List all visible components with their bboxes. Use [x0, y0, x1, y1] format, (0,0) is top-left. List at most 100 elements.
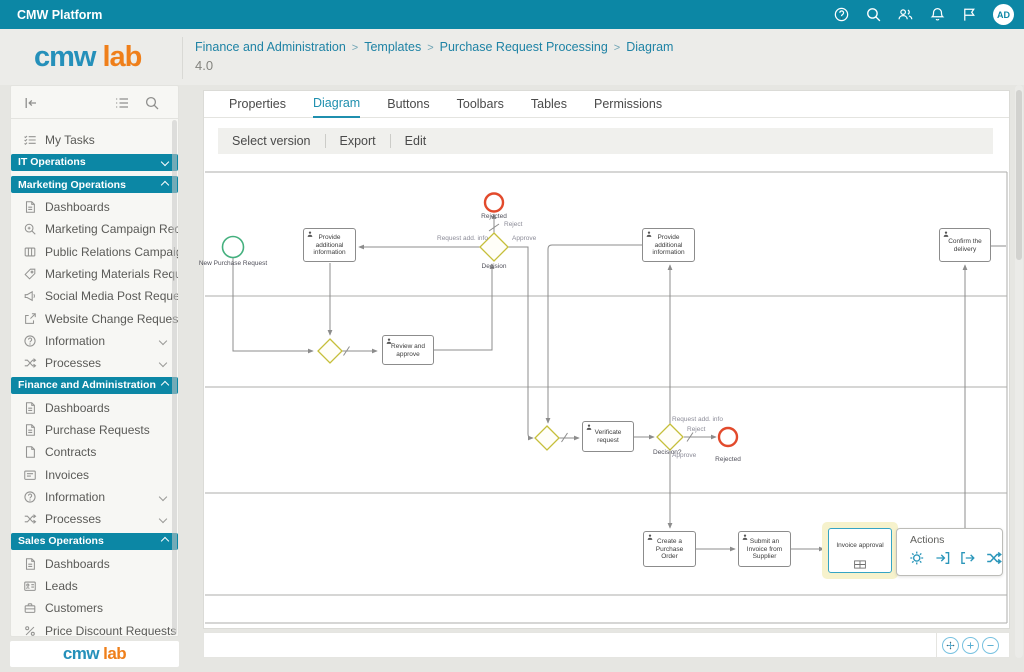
- tab-permissions[interactable]: Permissions: [594, 92, 662, 117]
- tab-properties[interactable]: Properties: [229, 92, 286, 117]
- task-create-a-purchase-order[interactable]: Create a Purchase Order: [643, 531, 696, 567]
- tab-buttons[interactable]: Buttons: [387, 92, 429, 117]
- sidebar-item-information-marketing[interactable]: Information: [11, 330, 178, 352]
- sidebar-item-marketing-campaign-requests[interactable]: Marketing Campaign Req...: [11, 218, 178, 240]
- chevron-down-icon: [159, 515, 167, 523]
- sign-out-icon[interactable]: [959, 549, 977, 567]
- tasklist-icon: [23, 133, 37, 147]
- sidebar-item-dashboards-sales[interactable]: Dashboards: [11, 553, 178, 575]
- sidebar-item-invoices[interactable]: Invoices: [11, 463, 178, 485]
- search-icon[interactable]: [865, 6, 882, 23]
- sidebar-section-finance-and-administration[interactable]: Finance and Administration: [11, 374, 178, 396]
- export-button[interactable]: Export: [326, 134, 390, 148]
- zoom-out-icon: [985, 640, 996, 651]
- sidebar-item-my-tasks[interactable]: My Tasks: [11, 129, 178, 151]
- dashboard-doc-icon: [23, 557, 37, 571]
- tab-tables[interactable]: Tables: [531, 92, 567, 117]
- zoom-in-icon: [965, 640, 976, 651]
- percent-icon: [23, 624, 37, 637]
- list-view-icon[interactable]: [114, 95, 130, 111]
- tab-diagram[interactable]: Diagram: [313, 91, 360, 118]
- user-icon: [647, 534, 653, 540]
- scrollbar-thumb[interactable]: [1016, 90, 1022, 260]
- chevron-up-icon: [161, 537, 169, 545]
- tab-toolbars[interactable]: Toolbars: [457, 92, 504, 117]
- breadcrumb-link-finance[interactable]: Finance and Administration: [195, 40, 346, 54]
- chevron-down-icon: [159, 359, 167, 367]
- footer-separator: [936, 633, 937, 659]
- top-bar: CMW Platform AD: [0, 0, 1024, 29]
- shuffle-icon[interactable]: [985, 549, 1003, 567]
- breadcrumb-link-templates[interactable]: Templates: [364, 40, 421, 54]
- doc-lines-icon: [23, 423, 37, 437]
- breadcrumb-link-template[interactable]: Purchase Request Processing: [440, 40, 608, 54]
- sidebar-item-dashboards-marketing[interactable]: Dashboards: [11, 196, 178, 218]
- task-verificate-request[interactable]: Verificate request: [582, 421, 634, 452]
- sidebar-section-marketing-operations[interactable]: Marketing Operations: [11, 174, 178, 196]
- diagram-toolbar: Select version Export Edit: [218, 128, 993, 154]
- zoom-out-button[interactable]: [982, 637, 999, 654]
- help-icon[interactable]: [833, 6, 850, 23]
- sidebar-item-processes-marketing[interactable]: Processes: [11, 352, 178, 374]
- task-invoice-approval-selected[interactable]: Invoice approval: [828, 528, 892, 573]
- sidebar-section-sales-operations[interactable]: Sales Operations: [11, 530, 178, 552]
- kanban-icon: [23, 245, 37, 259]
- select-version-button[interactable]: Select version: [218, 134, 325, 148]
- user-icon: [742, 534, 748, 540]
- task-review-and-approve[interactable]: Review and approve: [382, 335, 434, 365]
- user-icon: [386, 338, 392, 344]
- question-circle-icon: [23, 490, 37, 504]
- task-provide-additional-information-2[interactable]: Provide additional information: [642, 228, 695, 262]
- tag-icon: [23, 267, 37, 281]
- users-icon[interactable]: [897, 6, 914, 23]
- sidebar-item-leads[interactable]: Leads: [11, 575, 178, 597]
- sidebar-item-purchase-requests[interactable]: Purchase Requests: [11, 419, 178, 441]
- sign-in-icon[interactable]: [934, 549, 952, 567]
- edit-button[interactable]: Edit: [391, 134, 441, 148]
- collapse-sidebar-icon[interactable]: [23, 95, 39, 111]
- template-version: 4.0: [195, 58, 213, 73]
- sidebar-item-marketing-materials-requests[interactable]: Marketing Materials Requ...: [11, 263, 178, 285]
- task-confirm-the-delivery[interactable]: Confirm the delivery: [939, 228, 991, 262]
- sidebar: My Tasks IT Operations Marketing Operati…: [10, 85, 179, 637]
- chevron-down-icon: [161, 158, 169, 166]
- tab-bar: Properties Diagram Buttons Toolbars Tabl…: [204, 91, 1009, 118]
- task-submit-an-invoice-from-supplier[interactable]: Submit an Invoice from Supplier: [738, 531, 791, 567]
- bell-icon[interactable]: [929, 6, 946, 23]
- sidebar-search-icon[interactable]: [144, 95, 160, 111]
- zoom-in-button[interactable]: [962, 637, 979, 654]
- dashboard-doc-icon: [23, 401, 37, 415]
- breadcrumb-link-diagram[interactable]: Diagram: [626, 40, 673, 54]
- user-icon: [307, 231, 313, 237]
- contact-card-icon: [23, 579, 37, 593]
- chevron-down-icon: [159, 337, 167, 345]
- sidebar-item-customers[interactable]: Customers: [11, 597, 178, 619]
- sidebar-item-website-change-requests[interactable]: Website Change Requests: [11, 307, 178, 329]
- megaphone-icon: [23, 289, 37, 303]
- shuffle-icon: [23, 512, 37, 526]
- sidebar-item-information-finance[interactable]: Information: [11, 486, 178, 508]
- sidebar-section-it-operations[interactable]: IT Operations: [11, 151, 178, 173]
- sidebar-nav: My Tasks IT Operations Marketing Operati…: [11, 119, 178, 637]
- sidebar-footer-logo: cmwlab: [10, 641, 179, 667]
- subprocess-grid-icon: [854, 560, 867, 569]
- task-provide-additional-information-1[interactable]: Provide additional information: [303, 228, 356, 262]
- chevron-up-icon: [161, 180, 169, 188]
- sidebar-item-social-media-post-requests[interactable]: Social Media Post Requests: [11, 285, 178, 307]
- chevron-up-icon: [161, 381, 169, 389]
- sidebar-item-dashboards-finance[interactable]: Dashboards: [11, 397, 178, 419]
- flag-icon[interactable]: [961, 6, 978, 23]
- pan-button[interactable]: [942, 637, 959, 654]
- sidebar-item-public-relations-campaigns[interactable]: Public Relations Campaig...: [11, 240, 178, 262]
- window-scrollbar[interactable]: [1015, 85, 1023, 658]
- sidebar-scrollbar[interactable]: [172, 120, 177, 635]
- user-icon: [943, 231, 949, 237]
- user-icon: [586, 424, 592, 430]
- gear-icon[interactable]: [908, 549, 926, 567]
- avatar[interactable]: AD: [993, 4, 1014, 25]
- sidebar-item-processes-finance[interactable]: Processes: [11, 508, 178, 530]
- sidebar-item-contracts[interactable]: Contracts: [11, 441, 178, 463]
- sidebar-item-price-discount-requests[interactable]: Price Discount Requests: [11, 620, 178, 637]
- divider: [182, 37, 183, 79]
- sidebar-toolbar: [11, 86, 178, 119]
